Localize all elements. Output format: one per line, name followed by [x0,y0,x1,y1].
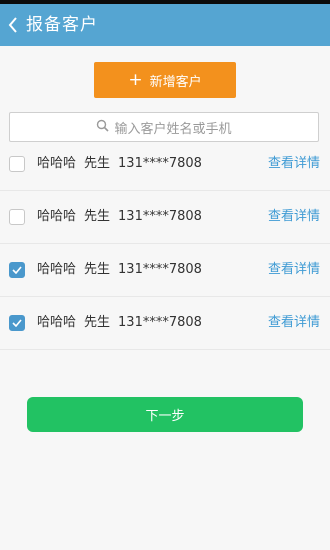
customer-title: 先生 [84,156,111,171]
customer-checkbox[interactable] [9,156,25,172]
customer-phone: 131****7808 [118,156,202,171]
next-step-label: 下一步 [145,409,185,424]
chevron-left-icon [6,11,22,39]
checkmark-icon [12,266,22,274]
customer-phone: 131****7808 [118,315,202,330]
customer-row: 哈哈哈 先生 131****7808 查看详情 [0,138,330,191]
customer-title: 先生 [84,315,111,330]
customer-title: 先生 [84,209,111,224]
customer-info: 哈哈哈 先生 131****7808 [37,261,202,279]
page-title: 报备客户 [26,15,98,35]
customer-list: 哈哈哈 先生 131****7808 查看详情 哈哈哈 先生 131****7808 查… [0,138,330,350]
customer-checkbox[interactable] [9,262,25,278]
customer-info: 哈哈哈 先生 131****7808 [37,208,202,226]
customer-row: 哈哈哈 先生 131****7808 查看详情 [0,244,330,297]
customer-name: 哈哈哈 [37,209,77,224]
customer-checkbox[interactable] [9,209,25,225]
add-customer-label: 新增客户 [149,74,202,90]
customer-phone: 131****7808 [118,262,202,277]
customer-checkbox[interactable] [9,315,25,331]
customer-name: 哈哈哈 [37,156,77,171]
customer-title: 先生 [84,262,111,277]
customer-info: 哈哈哈 先生 131****7808 [37,155,202,173]
view-details-link[interactable]: 查看详情 [268,208,320,226]
search-placeholder: 输入客户姓名或手机 [114,121,232,137]
view-details-link[interactable]: 查看详情 [268,314,320,332]
back-button[interactable] [6,11,22,39]
checkmark-icon [12,319,22,327]
customer-name: 哈哈哈 [37,262,77,277]
plus-icon: + [128,69,143,90]
view-details-link[interactable]: 查看详情 [268,261,320,279]
next-step-button[interactable]: 下一步 [27,397,303,432]
customer-row: 哈哈哈 先生 131****7808 查看详情 [0,297,330,350]
add-customer-button[interactable]: + 新增客户 [94,62,236,98]
customer-row: 哈哈哈 先生 131****7808 查看详情 [0,191,330,244]
customer-name: 哈哈哈 [37,315,77,330]
customer-phone: 131****7808 [118,209,202,224]
view-details-link[interactable]: 查看详情 [268,155,320,173]
search-icon [96,119,114,136]
customer-info: 哈哈哈 先生 131****7808 [37,314,202,332]
header-bar: 报备客户 [0,4,330,46]
